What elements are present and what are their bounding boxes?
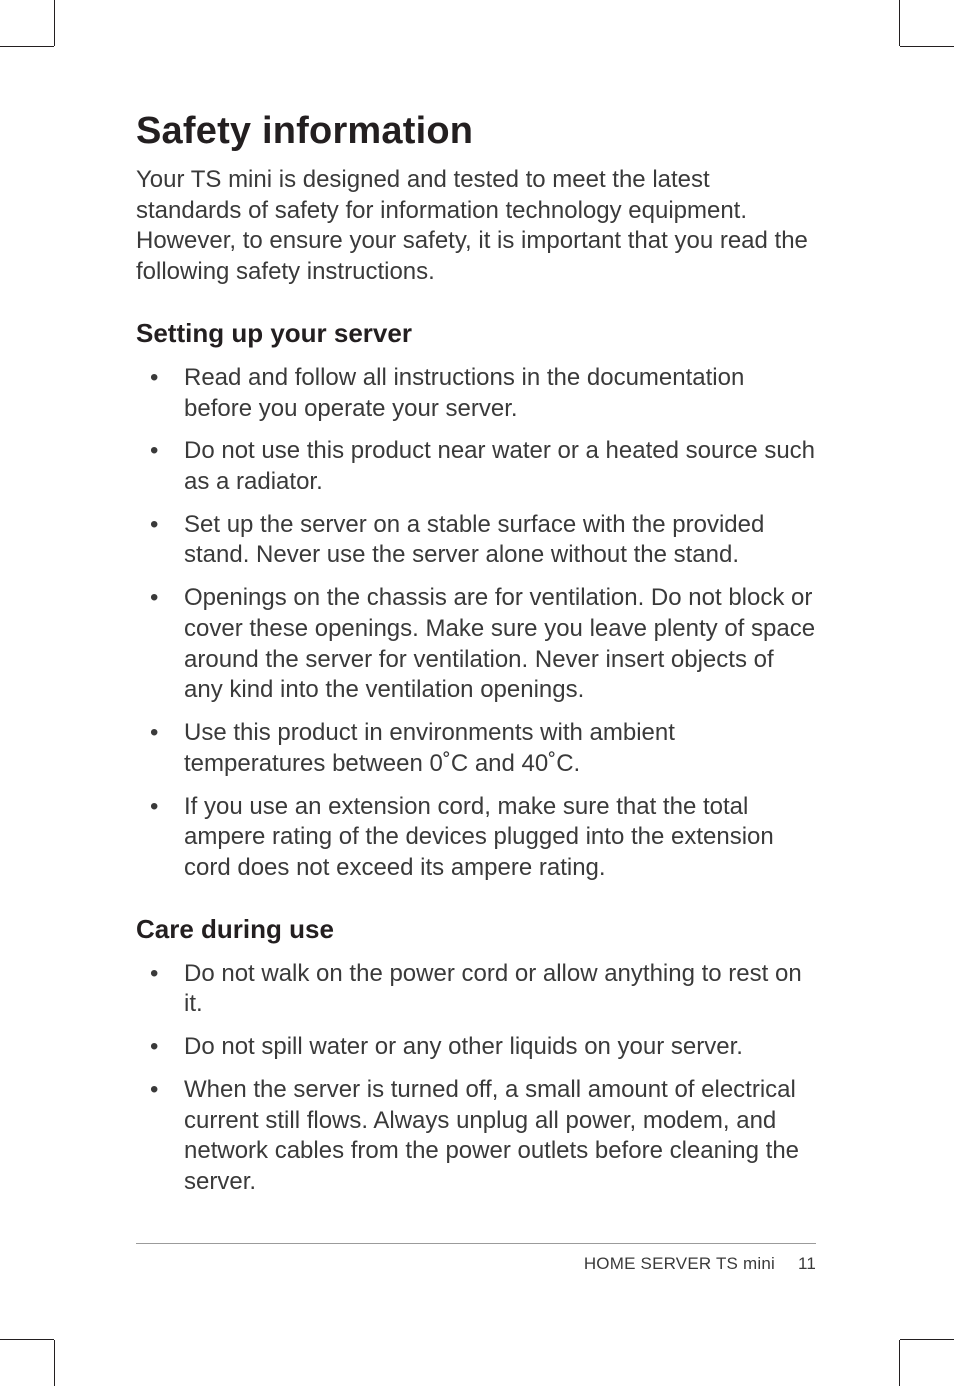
crop-mark [900,1339,954,1340]
setup-list: Read and follow all instructions in the … [136,363,816,884]
footer-text: HOME SERVER TS mini 11 [136,1254,816,1274]
list-item: Use this product in environments with am… [136,718,816,779]
crop-mark [899,1340,900,1386]
content-area: Safety information Your TS mini is desig… [136,110,816,1228]
crop-mark [54,0,55,46]
footer-label: HOME SERVER TS mini [584,1254,775,1273]
list-item: If you use an extension cord, make sure … [136,792,816,884]
care-list: Do not walk on the power cord or allow a… [136,959,816,1198]
intro-paragraph: Your TS mini is designed and tested to m… [136,165,816,288]
list-item: Set up the server on a stable surface wi… [136,510,816,571]
list-item: When the server is turned off, a small a… [136,1075,816,1198]
section-heading-setup: Setting up your server [136,318,816,349]
page-heading: Safety information [136,110,816,153]
section-heading-care: Care during use [136,914,816,945]
crop-mark [900,46,954,47]
list-item: Openings on the chassis are for ventilat… [136,583,816,706]
crop-mark [54,1340,55,1386]
crop-mark [899,0,900,46]
page: Safety information Your TS mini is desig… [0,0,954,1386]
crop-mark [0,46,54,47]
page-footer: HOME SERVER TS mini 11 [136,1243,816,1274]
list-item: Do not spill water or any other liquids … [136,1032,816,1063]
footer-rule [136,1243,816,1244]
list-item: Do not walk on the power cord or allow a… [136,959,816,1020]
list-item: Read and follow all instructions in the … [136,363,816,424]
page-number: 11 [798,1254,816,1273]
crop-mark [0,1339,54,1340]
list-item: Do not use this product near water or a … [136,436,816,497]
